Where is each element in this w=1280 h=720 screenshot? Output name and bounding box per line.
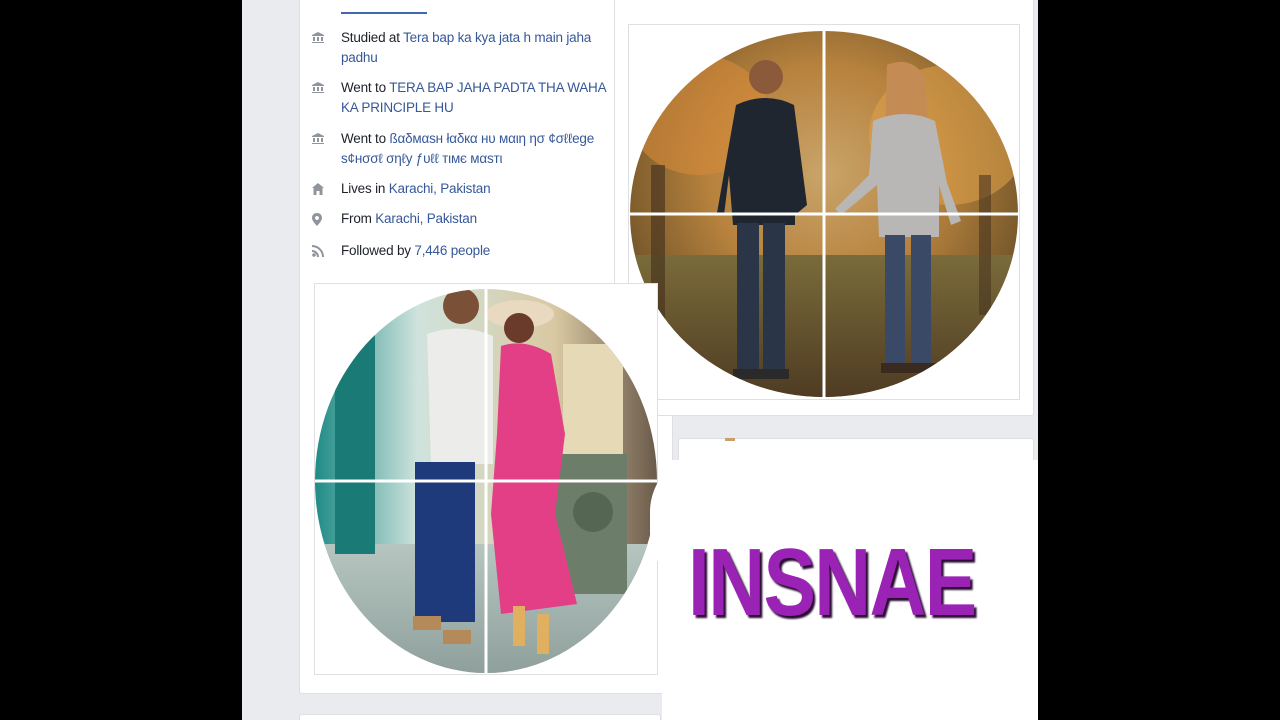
school-icon: [312, 32, 326, 44]
intro-item-label: Followed by: [341, 243, 415, 258]
decorative-mark: [725, 438, 735, 441]
watermark-text: INSNAE: [688, 529, 977, 636]
intro-item-link[interactable]: Karachi, Pakistan: [389, 181, 491, 196]
intro-item-label: Studied at: [341, 30, 404, 45]
intro-item-link[interactable]: 7,446 people: [414, 243, 490, 258]
rss-icon: [312, 245, 326, 257]
home-icon: [312, 183, 326, 195]
intro-item-label: Went to: [341, 80, 390, 95]
fashion-couple-photo-collage[interactable]: [314, 283, 658, 675]
intro-item-label: From: [341, 211, 376, 226]
intro-item-label: Went to: [341, 131, 390, 146]
school-icon: [312, 82, 326, 94]
location-pin-icon: [312, 213, 326, 226]
autumn-couple-photo-collage[interactable]: [628, 24, 1020, 400]
facebook-profile-screen: Studied at Tera bap ka kya jata h main j…: [242, 0, 1038, 720]
school-icon: [312, 133, 326, 145]
active-tab-indicator: [341, 12, 427, 14]
intro-item-link[interactable]: Karachi, Pakistan: [375, 211, 477, 226]
bottom-card: [299, 714, 661, 720]
intro-item-label: Lives in: [341, 181, 389, 196]
